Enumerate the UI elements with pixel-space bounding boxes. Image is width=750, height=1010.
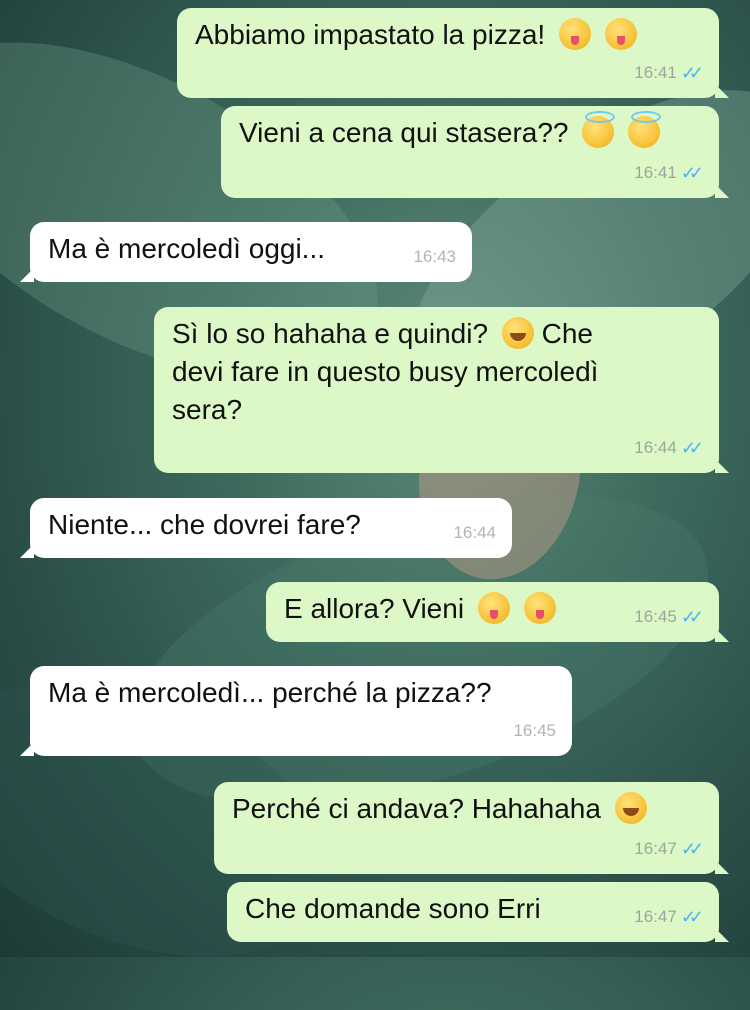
- message-time: 16:41: [634, 63, 677, 82]
- message-time: 16:44: [634, 438, 677, 457]
- message-time: 16:43: [413, 247, 456, 266]
- message-text: Perché ci andava? Hahahaha: [232, 793, 601, 824]
- read-ticks-icon: ✓✓: [680, 438, 704, 458]
- message-text: Che domande sono Erri: [245, 893, 541, 924]
- rolling-on-floor-laughing-emoji: [614, 792, 647, 824]
- smiling-face-with-halo-emoji: [628, 111, 662, 148]
- message-time: 16:47: [634, 839, 677, 858]
- message-text: devi fare in questo busy mercoledì: [172, 356, 599, 387]
- message-meta: 16:47 ✓✓: [634, 898, 704, 936]
- incoming-message[interactable]: Ma è mercoledì oggi... 16:43: [20, 222, 472, 282]
- outgoing-message[interactable]: Sì lo so hahaha e quindi? Che devi fare …: [154, 307, 729, 473]
- message-text: Niente... che dovrei fare?: [48, 509, 361, 540]
- message-time: 16:47: [634, 907, 677, 926]
- message-meta: 16:41 ✓✓: [634, 54, 704, 92]
- incoming-message[interactable]: Niente... che dovrei fare? 16:44: [20, 498, 512, 558]
- read-ticks-icon: ✓✓: [680, 607, 704, 627]
- outgoing-message[interactable]: Perché ci andava? Hahahaha 16:47 ✓✓: [214, 782, 729, 874]
- message-meta: 16:44 ✓✓: [634, 429, 704, 467]
- incoming-message[interactable]: Ma è mercoledì... perché la pizza?? 16:4…: [20, 666, 572, 756]
- message-meta: 16:45 ✓✓: [634, 598, 704, 636]
- outgoing-message[interactable]: Che domande sono Erri 16:47 ✓✓: [227, 882, 729, 942]
- message-text: E allora? Vieni: [284, 593, 465, 624]
- face-savoring-food-emoji: [558, 18, 591, 50]
- read-ticks-icon: ✓✓: [680, 839, 704, 859]
- outgoing-message[interactable]: Abbiamo impastato la pizza! 16:41 ✓✓: [177, 8, 729, 98]
- message-text: Ma è mercoledì... perché la pizza??: [48, 677, 492, 708]
- face-savoring-food-emoji: [523, 592, 556, 624]
- message-meta: 16:47 ✓✓: [634, 830, 704, 868]
- message-time: 16:45: [634, 607, 677, 626]
- message-time: 16:41: [634, 163, 677, 182]
- message-text: Vieni a cena qui stasera??: [239, 117, 569, 148]
- outgoing-message[interactable]: E allora? Vieni 16:45 ✓✓: [266, 582, 729, 642]
- face-savoring-food-emoji: [477, 592, 510, 624]
- message-text: Sì lo so hahaha e quindi? Che: [172, 317, 593, 349]
- read-ticks-icon: ✓✓: [680, 63, 704, 83]
- outgoing-message[interactable]: Vieni a cena qui stasera?? 16:41 ✓✓: [221, 106, 729, 198]
- message-meta: 16:43: [413, 238, 456, 276]
- message-time: 16:45: [513, 721, 556, 740]
- message-text: Ma è mercoledì oggi...: [48, 233, 326, 264]
- smiling-face-with-halo-emoji: [582, 111, 616, 148]
- read-ticks-icon: ✓✓: [680, 163, 704, 183]
- message-text: sera?: [172, 394, 243, 425]
- face-savoring-food-emoji: [604, 18, 637, 50]
- rolling-on-floor-laughing-emoji: [501, 317, 534, 349]
- message-text: Abbiamo impastato la pizza!: [195, 19, 546, 50]
- message-meta: 16:41 ✓✓: [634, 154, 704, 192]
- message-meta: 16:44: [453, 514, 496, 552]
- read-ticks-icon: ✓✓: [680, 907, 704, 927]
- message-time: 16:44: [453, 523, 496, 542]
- message-meta: 16:45: [513, 712, 556, 750]
